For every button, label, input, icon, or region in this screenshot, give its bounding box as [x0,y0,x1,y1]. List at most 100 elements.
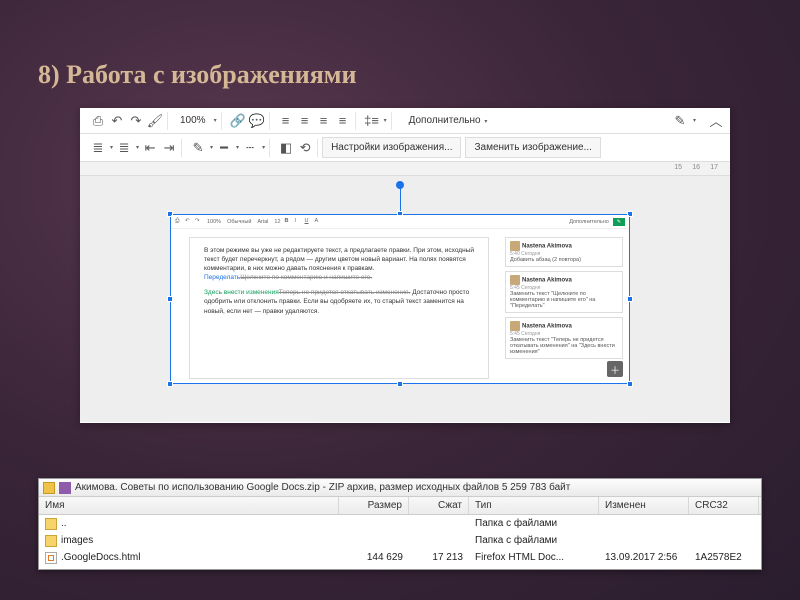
italic-icon: I [295,218,303,226]
collapse-toolbar-icon[interactable]: ︿ [708,113,724,129]
inner-toolbar: ⎙ ↶ ↷ 100% Обычный Arial 12 B I U A Допо… [171,215,629,229]
file-crc [689,523,759,525]
col-size[interactable]: Размер [339,497,409,514]
align-center-icon[interactable]: ≡ [297,113,313,129]
comment-card: Nastena Akimova 5:45 Сегодня Заменить те… [505,317,623,359]
comment-icon[interactable]: 💬 [249,113,265,129]
indent-decrease-icon[interactable]: ⇤ [142,140,158,156]
share-button: ✎ [613,218,625,226]
chevron-down-icon[interactable]: ▾ [693,117,696,124]
html-file-icon [45,552,57,564]
reset-image-icon[interactable]: ⟲ [297,140,313,156]
doc-text: В этом режиме вы уже не редактируете тек… [204,247,474,272]
file-modified: 13.09.2017 2:56 [599,551,689,564]
comment-card: Nastena Akimova 5:40 Сегодня Добавить аб… [505,237,623,267]
file-size [339,523,409,525]
inner-zoom: 100% [205,219,223,225]
border-dash-icon[interactable]: ┄ [242,140,258,156]
archive-title-text: Акимова. Советы по использованию Google … [75,482,570,493]
image-toolbar: ≣▾ ≣▾ ⇤ ⇥ ✎▾ ━▾ ┄▾ ◧ ⟲ Настройки изображ… [80,134,730,162]
inner-fontsize: 12 [272,219,282,225]
chevron-down-icon[interactable]: ▾ [110,144,113,151]
avatar [510,275,520,285]
ruler-mark: 16 [692,164,700,171]
archive-row[interactable]: .GoogleDocs.html 144 629 17 213 Firefox … [39,549,761,566]
file-type: Папка с файлами [469,517,599,530]
col-crc[interactable]: CRC32 [689,497,759,514]
file-size: 144 629 [339,551,409,564]
link-icon[interactable]: 🔗 [230,113,246,129]
comments-pane: Nastena Akimova 5:40 Сегодня Добавить аб… [505,237,623,359]
chevron-down-icon[interactable]: ▾ [384,117,387,124]
archive-columns: Имя Размер Сжат Тип Изменен CRC32 [39,497,761,515]
resize-handle[interactable] [627,381,633,387]
resize-handle[interactable] [167,381,173,387]
editor-canvas[interactable]: ⎙ ↶ ↷ 100% Обычный Arial 12 B I U A Допо… [80,176,730,422]
chevron-down-icon: ▾ [484,119,487,125]
col-name[interactable]: Имя [39,497,339,514]
file-crc: 1A2578E2 [689,551,759,564]
crop-icon[interactable]: ◧ [278,140,294,156]
doc-strike: Щелкните по комментарию и напишите его. [240,274,372,281]
more-button[interactable]: Дополнительно ▾ [400,112,497,129]
archive-row[interactable]: images Папка с файлами [39,532,761,549]
col-mod[interactable]: Изменен [599,497,689,514]
ruler-mark: 17 [710,164,718,171]
archive-titlebar: Акимова. Советы по использованию Google … [39,479,761,497]
embedded-screenshot: ⎙ ↶ ↷ 100% Обычный Arial 12 B I U A Допо… [171,215,629,383]
zoom-value[interactable]: 100% [176,115,210,126]
line-spacing-icon[interactable]: ‡≡ [364,113,380,129]
image-settings-button[interactable]: Настройки изображения... [322,137,461,158]
underline-icon: U [305,218,313,226]
more-label: Дополнительно [409,115,481,126]
paint-format-icon[interactable]: 🖌 [147,113,163,129]
doc-strike: Теперь не придется откатывать изменения. [279,289,411,296]
redo-icon[interactable]: ↷ [128,113,144,129]
resize-handle[interactable] [627,296,633,302]
chevron-down-icon[interactable]: ▾ [136,144,139,151]
undo-icon[interactable]: ↶ [109,113,125,129]
indent-increase-icon[interactable]: ⇥ [161,140,177,156]
align-justify-icon[interactable]: ≡ [335,113,351,129]
chevron-down-icon[interactable]: ▾ [236,144,239,151]
resize-handle[interactable] [167,296,173,302]
replace-image-button[interactable]: Заменить изображение... [465,137,600,158]
archive-row[interactable]: .. Папка с файлами [39,515,761,532]
ruler-mark: 15 [674,164,682,171]
col-pack[interactable]: Сжат [409,497,469,514]
doc-link: Переделать [204,274,240,281]
comment-author: Nastena Akimova [522,243,572,249]
comment-author: Nastena Akimova [522,323,572,329]
file-crc [689,540,759,542]
align-right-icon[interactable]: ≡ [316,113,332,129]
border-weight-icon[interactable]: ━ [216,140,232,156]
file-name: images [61,535,93,546]
comment-author: Nastena Akimova [522,277,572,283]
list-bullet-icon[interactable]: ≣ [116,140,132,156]
resize-handle[interactable] [397,381,403,387]
inner-more: Дополнительно [567,219,611,225]
inner-document: В этом режиме вы уже не редактируете тек… [189,237,489,379]
folder-up-icon[interactable] [43,482,55,494]
selected-image-frame[interactable]: ⎙ ↶ ↷ 100% Обычный Arial 12 B I U A Допо… [170,214,630,384]
inner-font: Arial [255,219,270,225]
archive-rows: .. Папка с файлами images Папка с файлам… [39,515,761,566]
main-toolbar: ⎙ ↶ ↷ 🖌 100% ▾ 🔗 💬 ≡ ≡ ≡ ≡ ‡≡ ▾ Дополнит… [80,108,730,134]
slide-title: 8) Работа с изображениями [0,0,800,108]
chevron-down-icon[interactable]: ▾ [210,144,213,151]
add-comment-icon: ＋ [607,361,623,377]
border-color-icon[interactable]: ✎ [190,140,206,156]
rotate-handle[interactable] [396,181,404,189]
print-icon[interactable]: ⎙ [90,113,106,129]
ruler: 15 16 17 [80,162,730,176]
file-size [339,540,409,542]
chevron-down-icon[interactable]: ▾ [262,144,265,151]
file-packed: 17 213 [409,551,469,564]
align-left-icon[interactable]: ≡ [278,113,294,129]
comment-card: Nastena Akimova 5:45 Сегодня Заменить те… [505,271,623,313]
col-type[interactable]: Тип [469,497,599,514]
chevron-down-icon[interactable]: ▾ [214,117,217,124]
list-numbered-icon[interactable]: ≣ [90,140,106,156]
editing-mode-icon[interactable]: ✎ [672,113,688,129]
undo-icon: ↶ [185,218,193,226]
